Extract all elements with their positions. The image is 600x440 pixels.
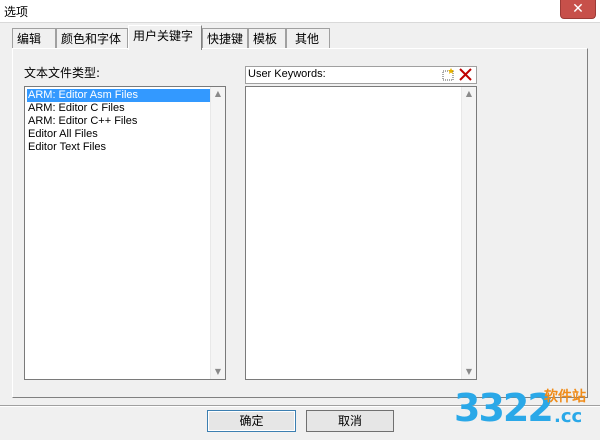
ok-button[interactable]: 确定: [207, 410, 296, 432]
file-types-label: 文本文件类型:: [24, 66, 101, 80]
cancel-button[interactable]: 取消: [306, 410, 394, 432]
keywords-header: User Keywords:: [245, 66, 477, 84]
keywords-scrollbar[interactable]: ▲ ▼: [461, 87, 476, 379]
delete-icon[interactable]: [458, 68, 473, 82]
file-types-scrollbar[interactable]: ▲ ▼: [210, 87, 225, 379]
window-title: 选项: [4, 5, 29, 19]
close-button[interactable]: ✕: [560, 0, 596, 19]
tab-other[interactable]: 其他: [286, 28, 330, 48]
scroll-up-icon[interactable]: ▲: [211, 87, 225, 101]
title-bar: 选项 ✕: [0, 0, 600, 23]
watermark-brand: 软件站: [544, 389, 586, 405]
scroll-down-icon[interactable]: ▼: [462, 365, 476, 379]
scroll-down-icon[interactable]: ▼: [211, 365, 225, 379]
list-item[interactable]: Editor All Files: [27, 128, 98, 141]
tab-user-keywords[interactable]: 用户关键字: [128, 25, 202, 50]
new-item-icon[interactable]: [441, 68, 456, 82]
keywords-label: User Keywords:: [248, 68, 326, 80]
watermark-suffix: .cc: [554, 406, 583, 427]
tab-shortcuts[interactable]: 快捷键: [202, 28, 248, 48]
keywords-list[interactable]: ▲ ▼: [245, 86, 477, 380]
tab-templates[interactable]: 模板: [248, 28, 286, 48]
watermark-digits: 3322: [454, 386, 554, 430]
list-item[interactable]: ARM: Editor C++ Files: [27, 115, 137, 128]
list-item[interactable]: Editor Text Files: [27, 141, 106, 154]
watermark-logo: 3322 软件站 .cc: [454, 382, 594, 438]
tab-editor[interactable]: 编辑器: [12, 28, 56, 66]
list-item[interactable]: ARM: Editor Asm Files: [27, 89, 210, 102]
file-types-list[interactable]: ARM: Editor Asm Files ARM: Editor C File…: [24, 86, 226, 380]
close-icon: ✕: [572, 1, 584, 17]
tab-colors-fonts[interactable]: 颜色和字体: [56, 28, 128, 48]
scroll-up-icon[interactable]: ▲: [462, 87, 476, 101]
list-item[interactable]: ARM: Editor C Files: [27, 102, 125, 115]
